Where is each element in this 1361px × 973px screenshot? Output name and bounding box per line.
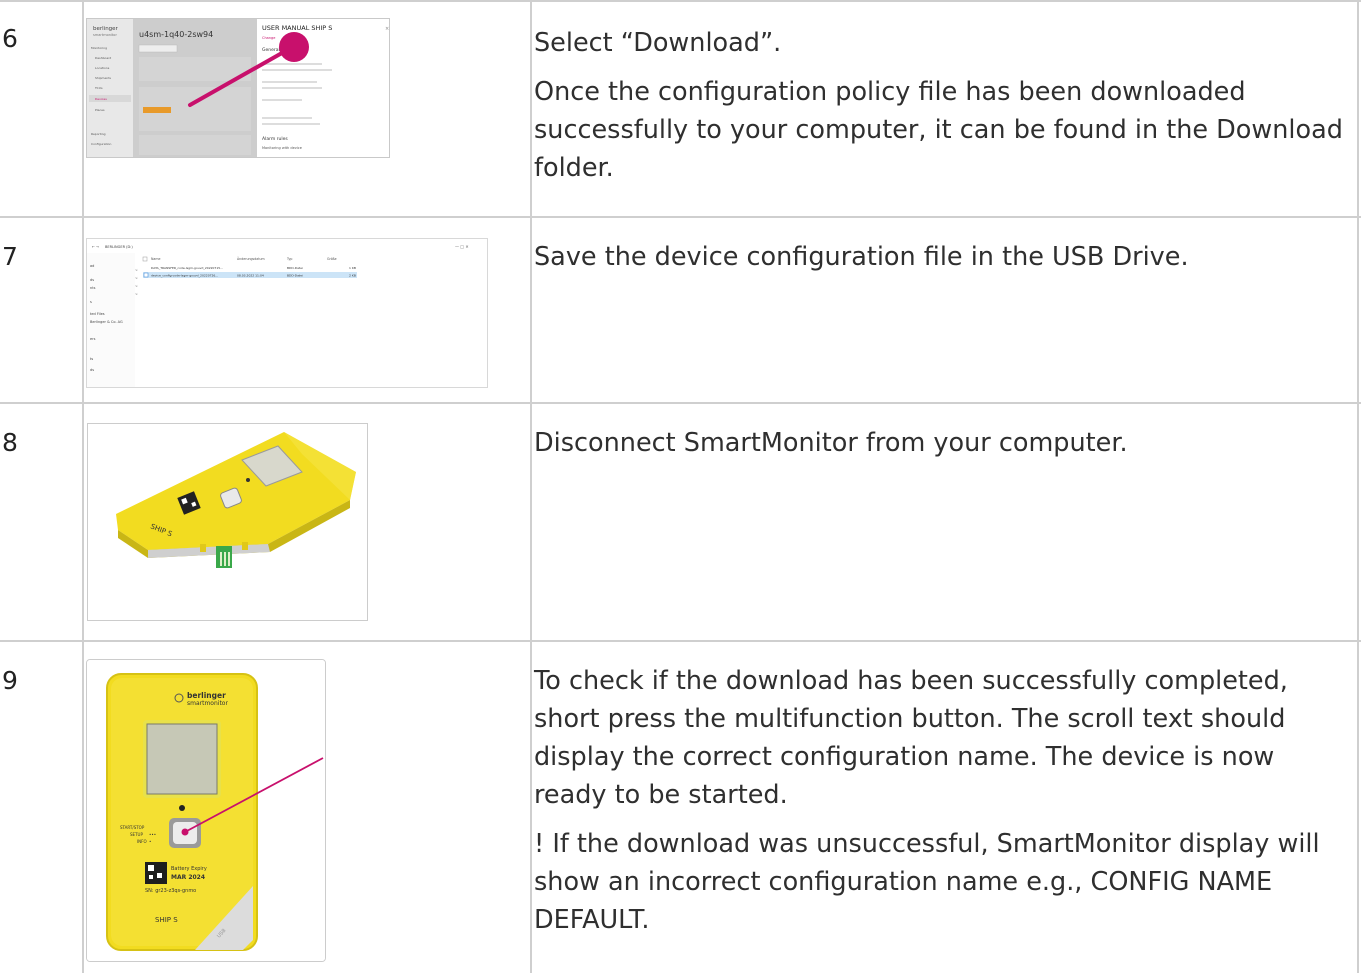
table-divider — [530, 0, 532, 973]
sidebar-item[interactable]: TCUs — [94, 86, 103, 90]
file-row-size: 1 KB — [349, 266, 356, 270]
svg-text:ted Files: ted Files — [90, 312, 105, 316]
file-row-size: 2 KB — [349, 274, 356, 278]
column-header[interactable]: Typ — [286, 257, 292, 261]
file-row-name-selected[interactable]: device_config-code-lsgm-gouvd_20220726..… — [151, 274, 218, 278]
table-divider — [1357, 0, 1359, 973]
steps-table: 6 berlinger smartmonitor Monitoring Dash… — [0, 0, 1361, 973]
step-9-text: To check if the download has been succes… — [534, 662, 1346, 950]
instruction-text: To check if the download has been succes… — [534, 666, 1288, 810]
panel-title: USER MANUAL SHIP S — [262, 24, 332, 32]
svg-text:ts: ts — [90, 357, 93, 361]
svg-text:ds: ds — [90, 278, 94, 282]
serial-number: SN: gr23-z3qs-gnmo — [145, 888, 196, 894]
step-number: 6 — [2, 24, 18, 53]
device-brand-sub: smartmonitor — [187, 700, 228, 707]
column-header[interactable]: Name — [151, 257, 160, 261]
screenshot-file-explorer: ← → BERLINGER (D:) — □ ✕ ad ds nts s ted… — [86, 238, 488, 388]
photo-smartmonitor-device-angled: SHIP S — [87, 423, 368, 621]
svg-text:ers: ers — [90, 337, 96, 341]
table-divider — [0, 402, 1361, 404]
svg-text:×: × — [385, 26, 389, 32]
battery-expiry-label: Battery Expiry — [171, 866, 207, 872]
svg-text:s: s — [90, 300, 92, 304]
photo-smartmonitor-device-front: USB berlinger smartmonitor START/STOP SE… — [86, 659, 326, 962]
alarm-rules-text: Monitoring with device — [262, 146, 302, 150]
model-label: SHIP S — [155, 916, 178, 924]
table-divider — [0, 216, 1361, 218]
svg-text:•••: ••• — [149, 832, 156, 837]
svg-text:•: • — [149, 839, 151, 844]
step-number: 8 — [2, 428, 18, 457]
table-divider — [0, 640, 1361, 642]
step-8-text: Disconnect SmartMonitor from your comput… — [534, 424, 1346, 473]
screenshot-download-policy: berlinger smartmonitor Monitoring Dashbo… — [86, 18, 390, 158]
change-link[interactable]: Change — [262, 36, 275, 40]
sidebar-item[interactable]: Reporting — [91, 132, 106, 136]
start-stop-label: START/STOP — [120, 825, 145, 830]
nav-item[interactable]: Berlinger & Co. AG — [90, 320, 123, 324]
sidebar-item-active[interactable]: Devices — [95, 97, 107, 101]
file-row-type: BDD-Datei — [287, 274, 303, 278]
sidebar-item[interactable]: Shipments — [95, 76, 111, 80]
sidebar-item[interactable]: Locations — [95, 66, 110, 70]
step-6-text: Select “Download”. Once the configuratio… — [534, 24, 1346, 198]
table-divider — [0, 0, 1361, 2]
svg-text:← →: ← → — [92, 245, 99, 249]
step-number: 7 — [2, 242, 18, 271]
svg-text:ad: ad — [90, 264, 94, 268]
file-row-type: BDD-Datei — [287, 266, 303, 270]
instruction-text: Select “Download”. — [534, 28, 782, 58]
step-number: 9 — [2, 666, 18, 695]
file-row-modified: 08.03.2022 11:04 — [237, 274, 264, 278]
svg-text:nts: nts — [90, 286, 96, 290]
sidebar-item[interactable]: Configuration — [91, 142, 111, 146]
brand-sub-text: smartmonitor — [93, 33, 117, 37]
device-brand: berlinger — [187, 691, 226, 700]
instruction-text: Disconnect SmartMonitor from your comput… — [534, 428, 1128, 458]
instruction-text: Save the device configuration file in th… — [534, 242, 1189, 272]
column-header[interactable]: Größe — [327, 257, 337, 261]
info-label: INFO — [137, 839, 147, 844]
battery-expiry-date: MAR 2024 — [171, 874, 205, 881]
alarm-rules-heading: Alarm rules — [262, 136, 288, 142]
setup-label: SETUP — [130, 832, 143, 837]
warning-text: ! If the download was unsuccessful, Smar… — [534, 829, 1320, 935]
column-header[interactable]: Änderungsdatum — [237, 256, 265, 261]
sidebar-item[interactable]: Dashboard — [95, 56, 111, 60]
table-divider — [82, 0, 84, 973]
brand-logo-text: berlinger — [93, 26, 119, 32]
sidebar-item[interactable]: Monitoring — [91, 46, 107, 50]
general-heading: General — [262, 47, 280, 53]
svg-text:ds: ds — [90, 368, 94, 372]
path-breadcrumb[interactable]: BERLINGER (D:) — [105, 245, 133, 249]
instruction-text: Once the configuration policy file has b… — [534, 77, 1343, 183]
step-7-text: Save the device configuration file in th… — [534, 238, 1346, 287]
sidebar-item[interactable]: Places — [95, 108, 105, 112]
svg-text:— □ ✕: — □ ✕ — [455, 244, 469, 249]
device-id-title: u4sm-1q40-2sw94 — [139, 30, 213, 39]
file-row-name[interactable]: DATA_TRANSFER_code-lsgm-gouvd_20220715..… — [151, 266, 223, 270]
